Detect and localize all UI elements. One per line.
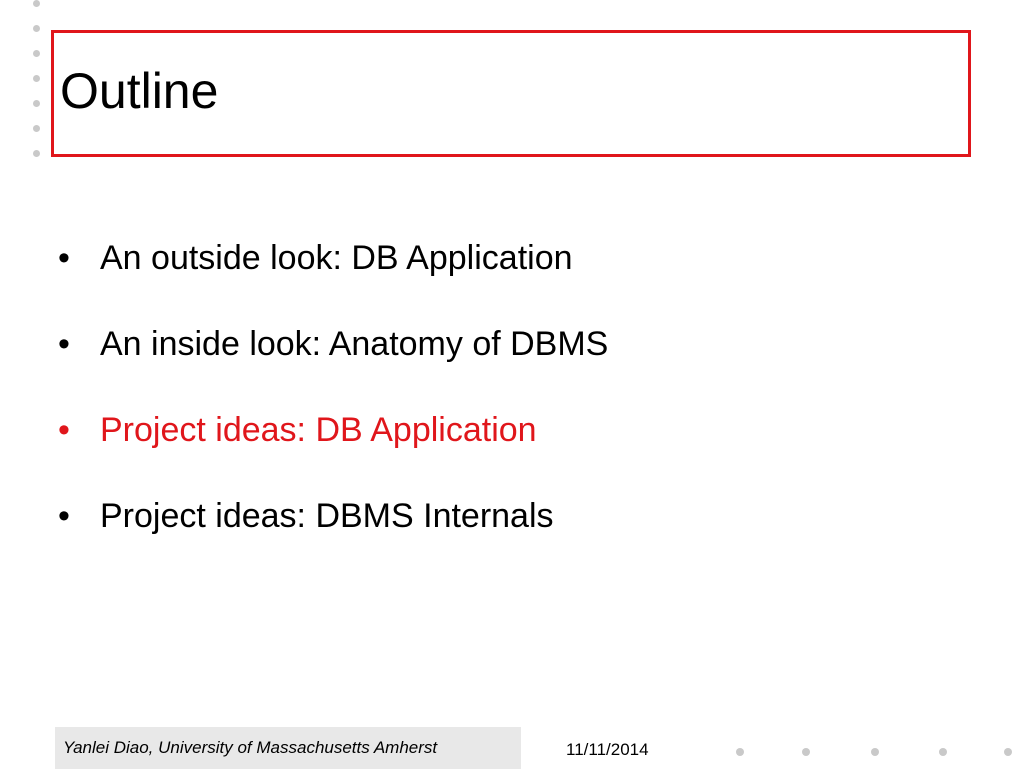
- dot: [33, 150, 40, 157]
- bullet-item: • An outside look: DB Application: [58, 232, 608, 318]
- bullet-text: An outside look: DB Application: [100, 239, 573, 277]
- dot: [802, 748, 810, 756]
- slide-title: Outline: [60, 63, 219, 119]
- dot: [1004, 748, 1012, 756]
- bullet-marker: •: [58, 239, 70, 277]
- footer-author: Yanlei Diao, University of Massachusetts…: [55, 727, 521, 769]
- bullet-marker: •: [58, 411, 70, 449]
- bullet-text: An inside look: Anatomy of DBMS: [100, 325, 609, 363]
- bullet-marker: •: [58, 497, 70, 535]
- bullet-item-highlighted: • Project ideas: DB Application: [58, 404, 608, 490]
- dot: [33, 25, 40, 32]
- bullet-list: • An outside look: DB Application • An ins…: [58, 232, 608, 576]
- dot: [33, 125, 40, 132]
- dot: [939, 748, 947, 756]
- bullet-item: • An inside look: Anatomy of DBMS: [58, 318, 608, 404]
- decorative-dots-bottom: [728, 745, 1018, 759]
- dot: [33, 50, 40, 57]
- bullet-text: Project ideas: DBMS Internals: [100, 497, 554, 535]
- dot: [871, 748, 879, 756]
- bullet-marker: •: [58, 325, 70, 363]
- dot: [33, 100, 40, 107]
- footer-date: 11/11/2014: [566, 740, 649, 759]
- dot: [33, 0, 40, 7]
- bullet-item: • Project ideas: DBMS Internals: [58, 490, 608, 576]
- dot: [33, 75, 40, 82]
- dot: [736, 748, 744, 756]
- decorative-dots-left: [30, 0, 42, 170]
- bullet-text: Project ideas: DB Application: [100, 411, 537, 449]
